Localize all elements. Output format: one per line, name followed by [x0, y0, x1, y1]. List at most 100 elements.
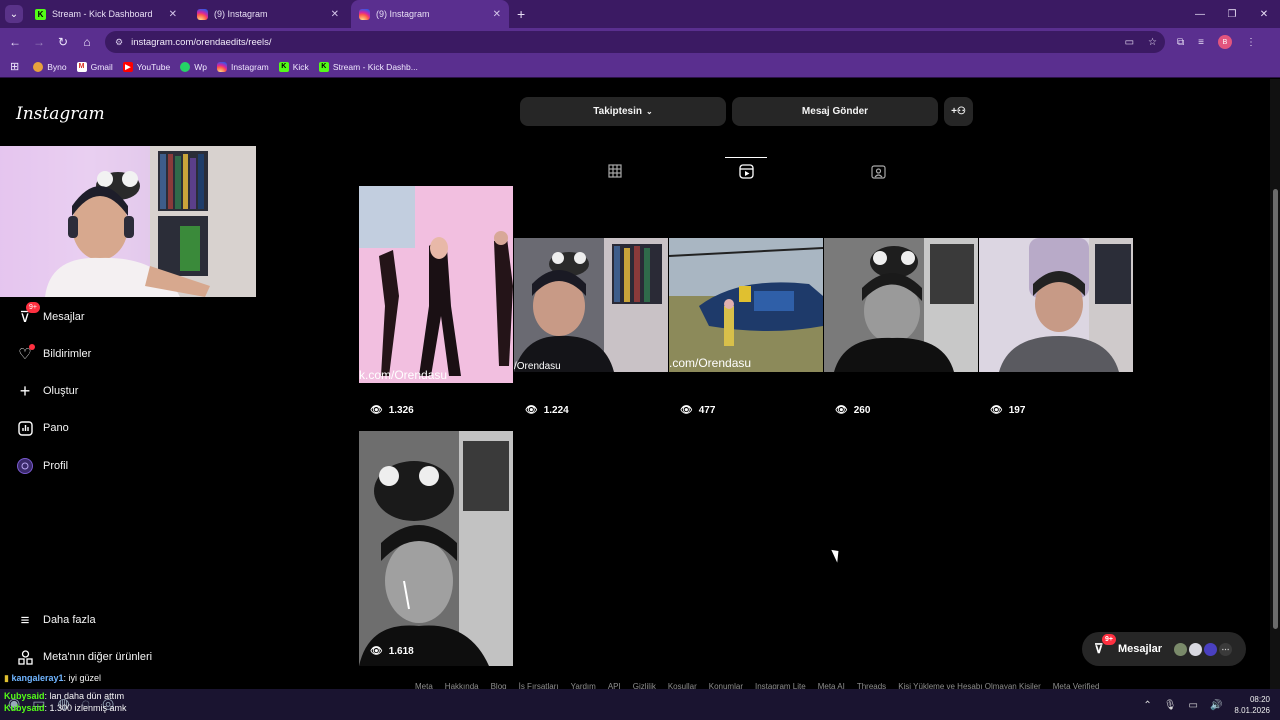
messenger-icon: ⊽ 9+	[1094, 634, 1116, 657]
kick-icon: K	[318, 61, 329, 72]
chevron-down-icon: ⌄	[646, 107, 653, 116]
sidebar-item-dashboard[interactable]: Pano	[16, 419, 69, 437]
bookmark-byno[interactable]: Byno	[33, 61, 67, 72]
avatar	[16, 457, 34, 475]
microphone-icon[interactable]: 🎙	[1164, 700, 1177, 711]
bookmark-kick-stream[interactable]: K Stream - Kick Dashb...	[318, 61, 418, 72]
messenger-icon: ⊽ 9+	[16, 302, 40, 326]
eye-icon: 👁	[990, 405, 1003, 416]
reload-icon[interactable]: ↻	[51, 35, 75, 49]
page-scrollbar[interactable]	[1270, 79, 1280, 689]
new-tab-button[interactable]: +	[517, 6, 525, 22]
reel-tile[interactable]: .com/Orendasu 👁 477	[669, 186, 823, 425]
view-count: 👁 1.326	[370, 405, 414, 416]
view-count: 👁 197	[990, 405, 1026, 416]
reel-tile[interactable]: 👁 260	[824, 186, 978, 425]
eye-icon: 👁	[680, 405, 693, 416]
media-icon[interactable]: ≡	[1198, 37, 1204, 48]
tab-tagged[interactable]	[857, 157, 899, 185]
profile-avatar[interactable]: B	[1217, 35, 1232, 49]
following-button[interactable]: Takiptesin ⌄	[520, 97, 726, 126]
chat-message: Kubysaid: lan daha dün attım	[4, 691, 125, 701]
forward-icon[interactable]: →	[27, 35, 51, 49]
bookmark-youtube[interactable]: ▶ YouTube	[122, 61, 170, 72]
back-icon[interactable]: ←	[3, 35, 27, 49]
close-window-icon[interactable]: ✕	[1248, 9, 1280, 20]
sidebar-item-messages[interactable]: ⊽ 9+ Mesajlar	[16, 302, 85, 326]
reel-tile[interactable]: 👁 197	[979, 186, 1133, 425]
extensions-icon[interactable]: ⧉	[1177, 37, 1184, 48]
window-controls: — ❐ ✕	[1184, 0, 1280, 28]
restore-icon[interactable]: ❐	[1216, 9, 1248, 20]
instagram-logo[interactable]: Instagram	[16, 104, 105, 124]
bookmarks-bar: ⊞ Byno M Gmail ▶ YouTube Wp Instagram K Kic…	[0, 56, 1280, 78]
reel-watermark: k.com/Orendasu	[359, 368, 448, 382]
bookmark-kick[interactable]: K Kick	[278, 61, 309, 72]
hamburger-icon: ≡	[20, 611, 30, 629]
reels-icon	[738, 164, 754, 179]
tab-reels[interactable]	[725, 157, 767, 185]
heart-icon: ♡	[16, 344, 35, 363]
apps-grid-icon[interactable]: ⊞	[10, 60, 19, 73]
sidebar-item-more[interactable]: ≡ Daha fazla	[16, 611, 96, 629]
chat-message: ▮ kangaleray1: iyi güzel	[0, 673, 326, 687]
avatar	[1189, 642, 1203, 656]
cast-icon[interactable]: ▭	[1125, 37, 1134, 48]
network-icon[interactable]: ▭	[1189, 700, 1198, 711]
bookmark-instagram[interactable]: Instagram	[216, 61, 269, 72]
bookmark-gmail[interactable]: M Gmail	[76, 61, 113, 72]
avatar	[1174, 642, 1188, 656]
site-info-icon[interactable]: ⚙	[115, 37, 123, 48]
byno-icon	[33, 61, 44, 72]
close-tab-icon[interactable]: ✕	[169, 9, 177, 20]
unread-badge: 9+	[26, 302, 40, 313]
sidebar-item-profile[interactable]: Profil	[16, 457, 68, 475]
grid-icon	[608, 164, 622, 178]
eye-icon: 👁	[370, 646, 383, 657]
reel-tile[interactable]: k.com/Orendasu 👁 1.326	[359, 186, 513, 425]
browser-toolbar: ← → ↻ ⌂ ⚙ instagram.com/orendaedits/reel…	[0, 28, 1280, 56]
reel-tile[interactable]: 👁 1.618	[359, 431, 513, 666]
eye-icon: 👁	[525, 405, 538, 416]
view-count: 👁 260	[835, 405, 871, 416]
more-icon: ⋯	[1219, 642, 1233, 656]
volume-icon[interactable]: 🔊	[1210, 700, 1222, 711]
instagram-icon	[197, 8, 208, 20]
messages-floating-button[interactable]: ⊽ 9+ Mesajlar ⋯	[1082, 632, 1246, 666]
address-bar[interactable]: ⚙ instagram.com/orendaedits/reels/ ▭ ☆	[105, 31, 1165, 53]
chevron-up-icon[interactable]: ⌃	[1143, 700, 1151, 711]
tab-kick-dashboard[interactable]: K Stream - Kick Dashboard ✕	[27, 0, 185, 28]
add-user-button[interactable]: +⚇	[944, 97, 973, 126]
tab-instagram[interactable]: (9) Instagram ✕	[189, 0, 347, 28]
tab-instagram-active[interactable]: (9) Instagram ✕	[351, 0, 509, 28]
sidebar-item-notifications[interactable]: ♡ Bildirimler	[16, 344, 91, 363]
eye-icon: 👁	[370, 405, 383, 416]
recent-contacts: ⋯	[1174, 642, 1233, 656]
taskbar-clock[interactable]: 08:20 8.01.2026	[1234, 694, 1270, 716]
meta-products-icon	[16, 648, 34, 666]
close-tab-icon[interactable]: ✕	[331, 9, 339, 20]
tab-search-icon[interactable]: ⌄	[5, 5, 23, 23]
bookmark-whatsapp[interactable]: Wp	[180, 61, 207, 72]
add-user-icon: +⚇	[951, 106, 966, 117]
webcam-overlay	[0, 146, 256, 297]
chat-messages: Kubysaid: lan daha dün attım Kubysaid: 1…	[0, 690, 326, 714]
home-icon[interactable]: ⌂	[75, 35, 99, 49]
kick-icon: K	[278, 61, 289, 72]
instagram-icon	[216, 61, 227, 72]
eye-icon: 👁	[835, 405, 848, 416]
sidebar-item-create[interactable]: + Oluştur	[16, 381, 79, 401]
bookmark-star-icon[interactable]: ☆	[1148, 37, 1157, 48]
menu-icon[interactable]: ⋮	[1246, 37, 1256, 48]
reel-tile[interactable]: /Orendasu 👁 1.224	[514, 186, 668, 425]
tab-posts[interactable]	[594, 157, 636, 185]
send-message-button[interactable]: Mesaj Gönder	[732, 97, 938, 126]
close-tab-icon[interactable]: ✕	[493, 9, 501, 20]
view-count: 👁 1.224	[525, 405, 569, 416]
reel-watermark: /Orendasu	[514, 361, 561, 372]
minimize-icon[interactable]: —	[1184, 9, 1216, 20]
sidebar-item-meta[interactable]: Meta'nın diğer ürünleri	[16, 648, 152, 666]
avatar	[1204, 642, 1218, 656]
system-tray: ⌃ 🎙 ▭ 🔊 08:20 8.01.2026	[1143, 690, 1270, 720]
chat-message: Kubysaid: 1.300 izlenmiş amk	[4, 703, 127, 713]
